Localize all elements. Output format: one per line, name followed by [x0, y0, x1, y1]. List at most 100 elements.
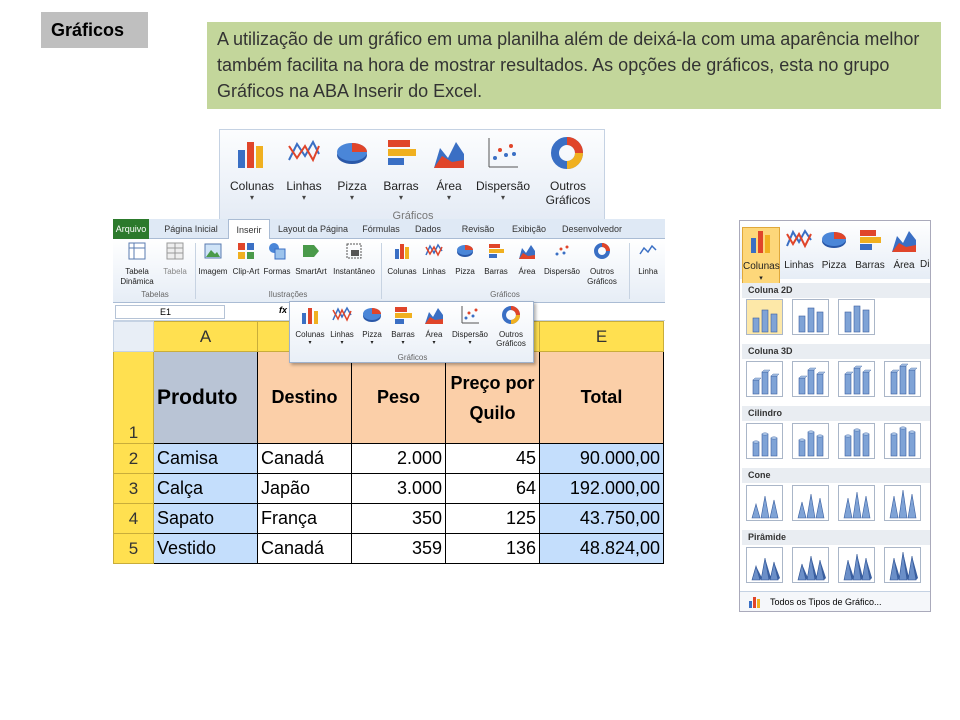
header-produto[interactable]: Produto — [153, 351, 258, 444]
cell-preco[interactable]: 64 — [445, 473, 540, 504]
chart-subtype-thumb[interactable] — [792, 361, 829, 397]
cell-produto[interactable]: Camisa — [153, 443, 258, 474]
cell-total[interactable]: 48.824,00 — [539, 533, 664, 564]
dropdown-columns-button[interactable]: Colunas ▾ — [742, 227, 780, 286]
dropdown-lines-button[interactable]: Linhas — [782, 227, 816, 272]
clipart-button[interactable]: Clip-Art — [230, 242, 262, 277]
cell-peso[interactable]: 3.000 — [351, 473, 446, 504]
chart-subtype-thumb[interactable] — [792, 299, 829, 335]
dropdown-area-button[interactable]: Área — [888, 227, 920, 272]
tab-layout[interactable]: Layout da Página — [275, 219, 351, 239]
table-button[interactable]: Tabela — [161, 242, 189, 277]
screenshot-button[interactable]: Instantâneo — [330, 242, 378, 277]
cell-peso[interactable]: 2.000 — [351, 443, 446, 474]
cell-destino[interactable]: Japão — [257, 473, 352, 504]
chart-subtype-thumb[interactable] — [746, 299, 783, 335]
mini-bars-button[interactable]: Barras ▾ — [388, 305, 418, 348]
cell-preco[interactable]: 45 — [445, 443, 540, 474]
cell-destino[interactable]: Canadá — [257, 533, 352, 564]
cell-preco[interactable]: 125 — [445, 503, 540, 534]
area-chart-button[interactable]: Área ▾ — [420, 136, 478, 202]
chart-subtype-thumb[interactable] — [838, 485, 875, 521]
dropdown-scatter-button[interactable]: Di — [920, 259, 930, 271]
tab-desenvolvedor[interactable]: Desenvolvedor — [559, 219, 625, 239]
tab-dados[interactable]: Dados — [413, 219, 443, 239]
charts-ribbon-popup: Colunas ▾ Linhas ▾ Pizza ▾ Barras ▾ Área ▾ Di… — [289, 301, 534, 363]
cell-total[interactable]: 90.000,00 — [539, 443, 664, 474]
chart-subtype-thumb[interactable] — [838, 423, 875, 459]
ribbon-area-button[interactable]: Área — [513, 242, 541, 277]
mini-other-charts-button[interactable]: Outros Gráficos — [490, 305, 532, 348]
fx-icon[interactable]: fx — [279, 305, 287, 315]
header-preco[interactable]: Preço por Quilo — [445, 351, 540, 444]
ribbon-bars-button[interactable]: Barras — [481, 242, 511, 277]
cell-peso[interactable]: 350 — [351, 503, 446, 534]
row-header[interactable]: 1 — [113, 351, 154, 444]
name-box[interactable]: E1 — [115, 305, 225, 319]
ribbon-pie-button[interactable]: Pizza — [451, 242, 479, 277]
mini-scatter-button[interactable]: Dispersão ▾ — [450, 305, 490, 348]
cell-produto[interactable]: Sapato — [153, 503, 258, 534]
shapes-button[interactable]: Formas — [262, 242, 292, 277]
cell-peso[interactable]: 359 — [351, 533, 446, 564]
columns-chart-button[interactable]: Colunas ▾ — [223, 136, 281, 202]
row-header[interactable]: 2 — [113, 443, 154, 474]
all-chart-types-link[interactable]: Todos os Tipos de Gráfico... — [740, 591, 930, 611]
mini-lines-button[interactable]: Linhas ▾ — [327, 305, 357, 348]
ribbon-group-label: Gráficos — [397, 353, 428, 362]
chart-subtype-thumb[interactable] — [746, 361, 783, 397]
ribbon-lines-button[interactable]: Linhas — [419, 242, 449, 277]
chart-subtype-thumb[interactable] — [838, 547, 875, 583]
chart-subtype-thumb[interactable] — [746, 423, 783, 459]
cell-total[interactable]: 43.750,00 — [539, 503, 664, 534]
ribbon-scatter-button[interactable]: Dispersão — [542, 242, 582, 277]
cell-produto[interactable]: Vestido — [153, 533, 258, 564]
tab-revisao[interactable]: Revisão — [459, 219, 497, 239]
tab-inserir[interactable]: Inserir — [228, 219, 270, 240]
other-charts-button[interactable]: Outros Gráficos — [538, 136, 596, 207]
chart-subtype-thumb[interactable] — [884, 423, 921, 459]
smartart-button[interactable]: SmartArt — [293, 242, 329, 277]
ribbon-columns-button[interactable]: Colunas — [385, 242, 419, 277]
mini-columns-button[interactable]: Colunas ▾ — [293, 305, 327, 348]
area-chart-icon — [434, 142, 464, 168]
sparkline-button[interactable]: Linha — [633, 242, 663, 277]
column-header-a[interactable]: A — [153, 321, 258, 352]
cell-destino[interactable]: Canadá — [257, 443, 352, 474]
pivot-table-button[interactable]: Tabela Dinâmica — [117, 242, 157, 287]
cell-destino[interactable]: França — [257, 503, 352, 534]
tab-formulas[interactable]: Fórmulas — [359, 219, 403, 239]
cell-preco[interactable]: 136 — [445, 533, 540, 564]
tab-pagina-inicial[interactable]: Página Inicial — [157, 219, 225, 239]
header-destino[interactable]: Destino — [257, 351, 352, 444]
chart-subtype-thumb[interactable] — [838, 361, 875, 397]
column-header-e[interactable]: E — [539, 321, 664, 352]
cell-produto[interactable]: Calça — [153, 473, 258, 504]
mini-area-button[interactable]: Área ▾ — [420, 305, 448, 348]
ribbon-other-charts-button[interactable]: Outros Gráficos — [583, 242, 621, 287]
chart-subtype-thumb[interactable] — [884, 361, 921, 397]
select-all-corner[interactable] — [113, 321, 154, 352]
dropdown-pie-button[interactable]: Pizza — [818, 227, 850, 272]
dropdown-bars-button[interactable]: Barras — [852, 227, 888, 272]
chart-subtype-thumb[interactable] — [792, 485, 829, 521]
chart-subtype-thumb[interactable] — [884, 485, 921, 521]
chart-subtype-thumb[interactable] — [884, 547, 921, 583]
tab-arquivo[interactable]: Arquivo — [113, 219, 149, 239]
header-total[interactable]: Total — [539, 351, 664, 444]
scatter-chart-button[interactable]: Dispersão ▾ — [474, 136, 532, 202]
chart-subtype-thumb[interactable] — [792, 423, 829, 459]
chart-subtype-thumb[interactable] — [746, 547, 783, 583]
chart-subtype-thumb[interactable] — [792, 547, 829, 583]
chart-subtype-thumb[interactable] — [746, 485, 783, 521]
table-row: 4 Sapato França 350 125 43.750,00 — [113, 503, 664, 534]
cell-total[interactable]: 192.000,00 — [539, 473, 664, 504]
row-header[interactable]: 3 — [113, 473, 154, 504]
mini-pie-button[interactable]: Pizza ▾ — [358, 305, 386, 348]
chart-subtype-thumb[interactable] — [838, 299, 875, 335]
row-header[interactable]: 5 — [113, 533, 154, 564]
row-header[interactable]: 4 — [113, 503, 154, 534]
header-peso[interactable]: Peso — [351, 351, 446, 444]
tab-exibicao[interactable]: Exibição — [509, 219, 549, 239]
image-button[interactable]: Imagem — [197, 242, 229, 277]
